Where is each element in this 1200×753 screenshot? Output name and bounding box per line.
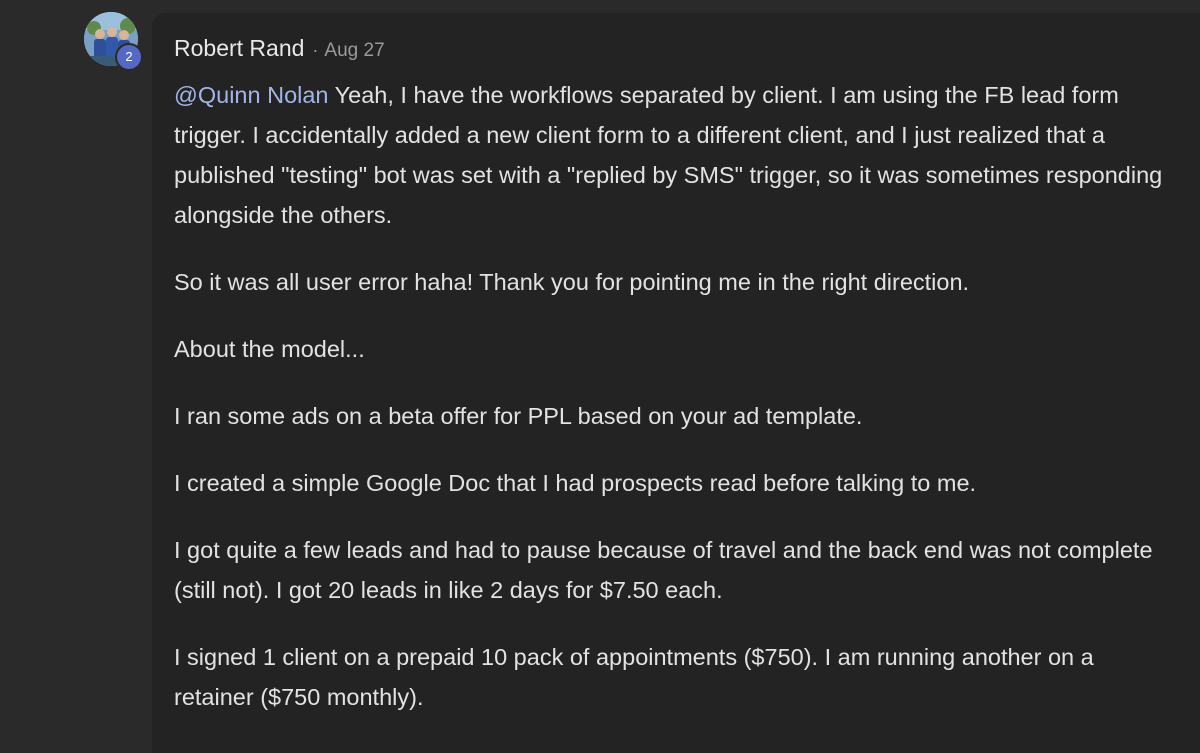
level-badge: 2	[115, 43, 143, 71]
comment-paragraph-6: I got quite a few leads and had to pause…	[174, 537, 1153, 603]
user-mention[interactable]: @Quinn Nolan	[174, 82, 329, 108]
comment-header: Robert Rand · Aug 27	[174, 35, 1170, 65]
author-name[interactable]: Robert Rand	[174, 35, 304, 62]
comment-body: @Quinn Nolan Yeah, I have the workflows …	[174, 75, 1174, 717]
comment-paragraph-2: So it was all user error haha! Thank you…	[174, 269, 970, 295]
comment-paragraph-1: @Quinn Nolan Yeah, I have the workflows …	[174, 75, 1174, 235]
comment-thread: 2 Robert Rand · Aug 27 @Quinn Nolan Yeah…	[0, 0, 1200, 753]
header-separator: ·	[312, 40, 319, 60]
comment-paragraph-7: I signed 1 client on a prepaid 10 pack o…	[174, 644, 1094, 710]
comment-paragraph-4: I ran some ads on a beta offer for PPL b…	[174, 403, 863, 429]
comment-card: Robert Rand · Aug 27 @Quinn Nolan Yeah, …	[152, 13, 1200, 753]
comment-paragraph-5: I created a simple Google Doc that I had…	[174, 470, 977, 496]
comment-date[interactable]: Aug 27	[324, 40, 384, 62]
author-avatar-wrapper[interactable]: 2	[84, 12, 143, 71]
comment-paragraph-3: About the model...	[174, 336, 365, 362]
